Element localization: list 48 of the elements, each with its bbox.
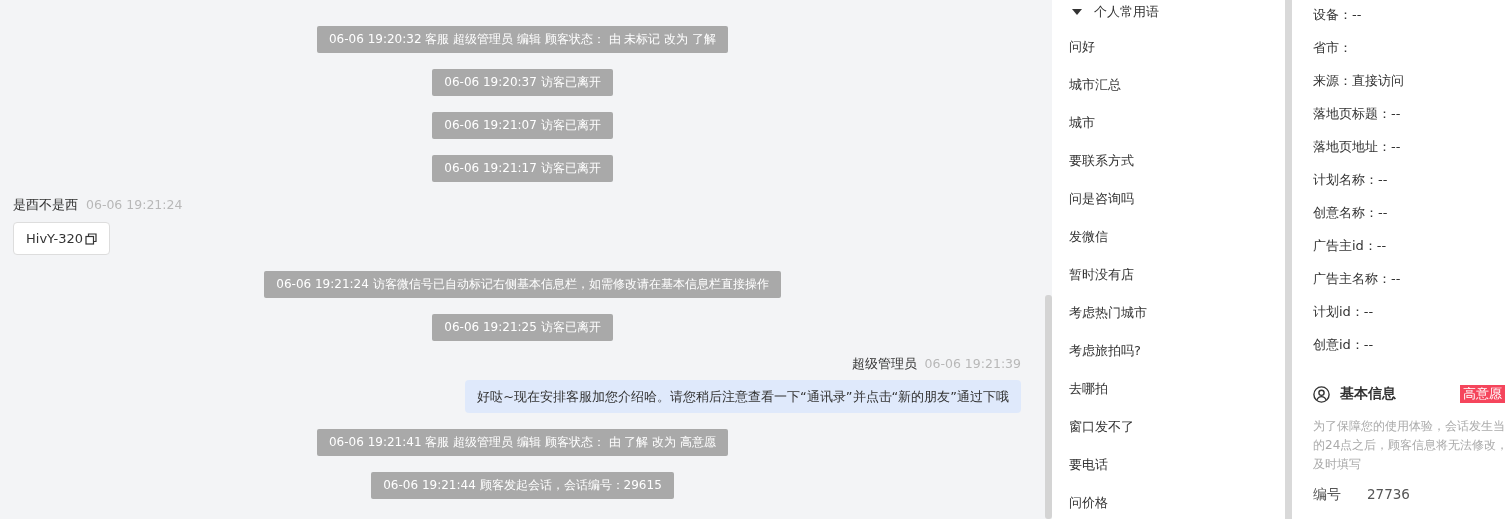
info-field: 来源：直接访问 xyxy=(1313,66,1505,99)
system-message: 06-06 19:21:17 访客已离开 xyxy=(432,155,613,182)
agent-name: 超级管理员 xyxy=(851,355,917,373)
system-message: 06-06 19:20:37 访客已离开 xyxy=(432,69,613,96)
phrase-item[interactable]: 暂时没有店 xyxy=(1052,256,1285,294)
info-field: 设备：-- xyxy=(1313,0,1505,33)
phrase-item[interactable]: 考虑旅拍吗? xyxy=(1052,332,1285,370)
phrase-item[interactable]: 问是咨询吗 xyxy=(1052,180,1285,218)
system-message: 06-06 19:21:24 访客微信号已自动标记右侧基本信息栏，如需修改请在基本信息栏直接操作 xyxy=(264,271,781,298)
visitor-message: HivY-320 xyxy=(13,222,110,255)
system-message: 06-06 19:21:07 访客已离开 xyxy=(432,112,613,139)
section-title: 基本信息 xyxy=(1340,385,1396,403)
agent-message: 好哒~现在安排客服加您介绍哈。请您稍后注意查看一下“通讯录”并点击“新的朋友”通过下哦 xyxy=(465,380,1021,413)
message-time: 06-06 19:21:39 xyxy=(924,356,1021,371)
phrase-item[interactable]: 窗口发不了 xyxy=(1052,408,1285,446)
phrase-item[interactable]: 要联系方式 xyxy=(1052,142,1285,180)
phrase-item[interactable]: 城市 xyxy=(1052,104,1285,142)
intent-tag: 高意愿 xyxy=(1460,385,1505,403)
info-note: 为了保障您的使用体验，会话发生当 的24点之后，顾客信息将无法修改， 及时填写 xyxy=(1313,418,1505,473)
id-label: 编号 xyxy=(1313,486,1341,504)
scrollbar-thumb[interactable] xyxy=(1045,295,1052,519)
id-value: 27736 xyxy=(1367,486,1410,504)
message-time: 06-06 19:21:24 xyxy=(86,197,183,212)
info-field: 落地页标题：-- xyxy=(1313,99,1505,132)
info-field: 落地页地址：-- xyxy=(1313,132,1505,165)
info-field: 省市： xyxy=(1313,33,1505,66)
phrase-item[interactable]: 城市汇总 xyxy=(1052,66,1285,104)
phrase-item[interactable]: 发微信 xyxy=(1052,218,1285,256)
phrase-group-toggle[interactable]: 个人常用语 xyxy=(1052,0,1159,18)
info-field: 创意id：-- xyxy=(1313,330,1505,363)
phrase-item[interactable]: 去哪拍 xyxy=(1052,370,1285,408)
info-field: 计划名称：-- xyxy=(1313,165,1505,198)
info-field: 广告主id：-- xyxy=(1313,231,1505,264)
info-field: 广告主名称：-- xyxy=(1313,264,1505,297)
system-message: 06-06 19:21:25 访客已离开 xyxy=(432,314,613,341)
phrase-item[interactable]: 要电话 xyxy=(1052,446,1285,484)
info-field: 创意名称：-- xyxy=(1313,198,1505,231)
phrase-item[interactable]: 问价格 xyxy=(1052,484,1285,519)
user-icon xyxy=(1313,385,1330,403)
caret-icon xyxy=(1072,8,1082,15)
phrase-item[interactable]: 考虑热门城市 xyxy=(1052,294,1285,332)
visitor-name: 是酉不是西 xyxy=(13,196,78,214)
system-message: 06-06 19:20:32 客服 超级管理员 编辑 顾客状态： 由 未标记 改为 了解 xyxy=(316,26,729,53)
system-message: 06-06 19:21:41 客服 超级管理员 编辑 顾客状态： 由 了解 改为 高意愿 xyxy=(316,429,729,456)
phrase-item[interactable]: 问好 xyxy=(1052,28,1285,66)
system-message: 06-06 19:21:44 顾客发起会话，会话编号：29615 xyxy=(371,472,674,499)
copy-icon[interactable] xyxy=(85,232,97,245)
info-field: 计划id：-- xyxy=(1313,297,1505,330)
